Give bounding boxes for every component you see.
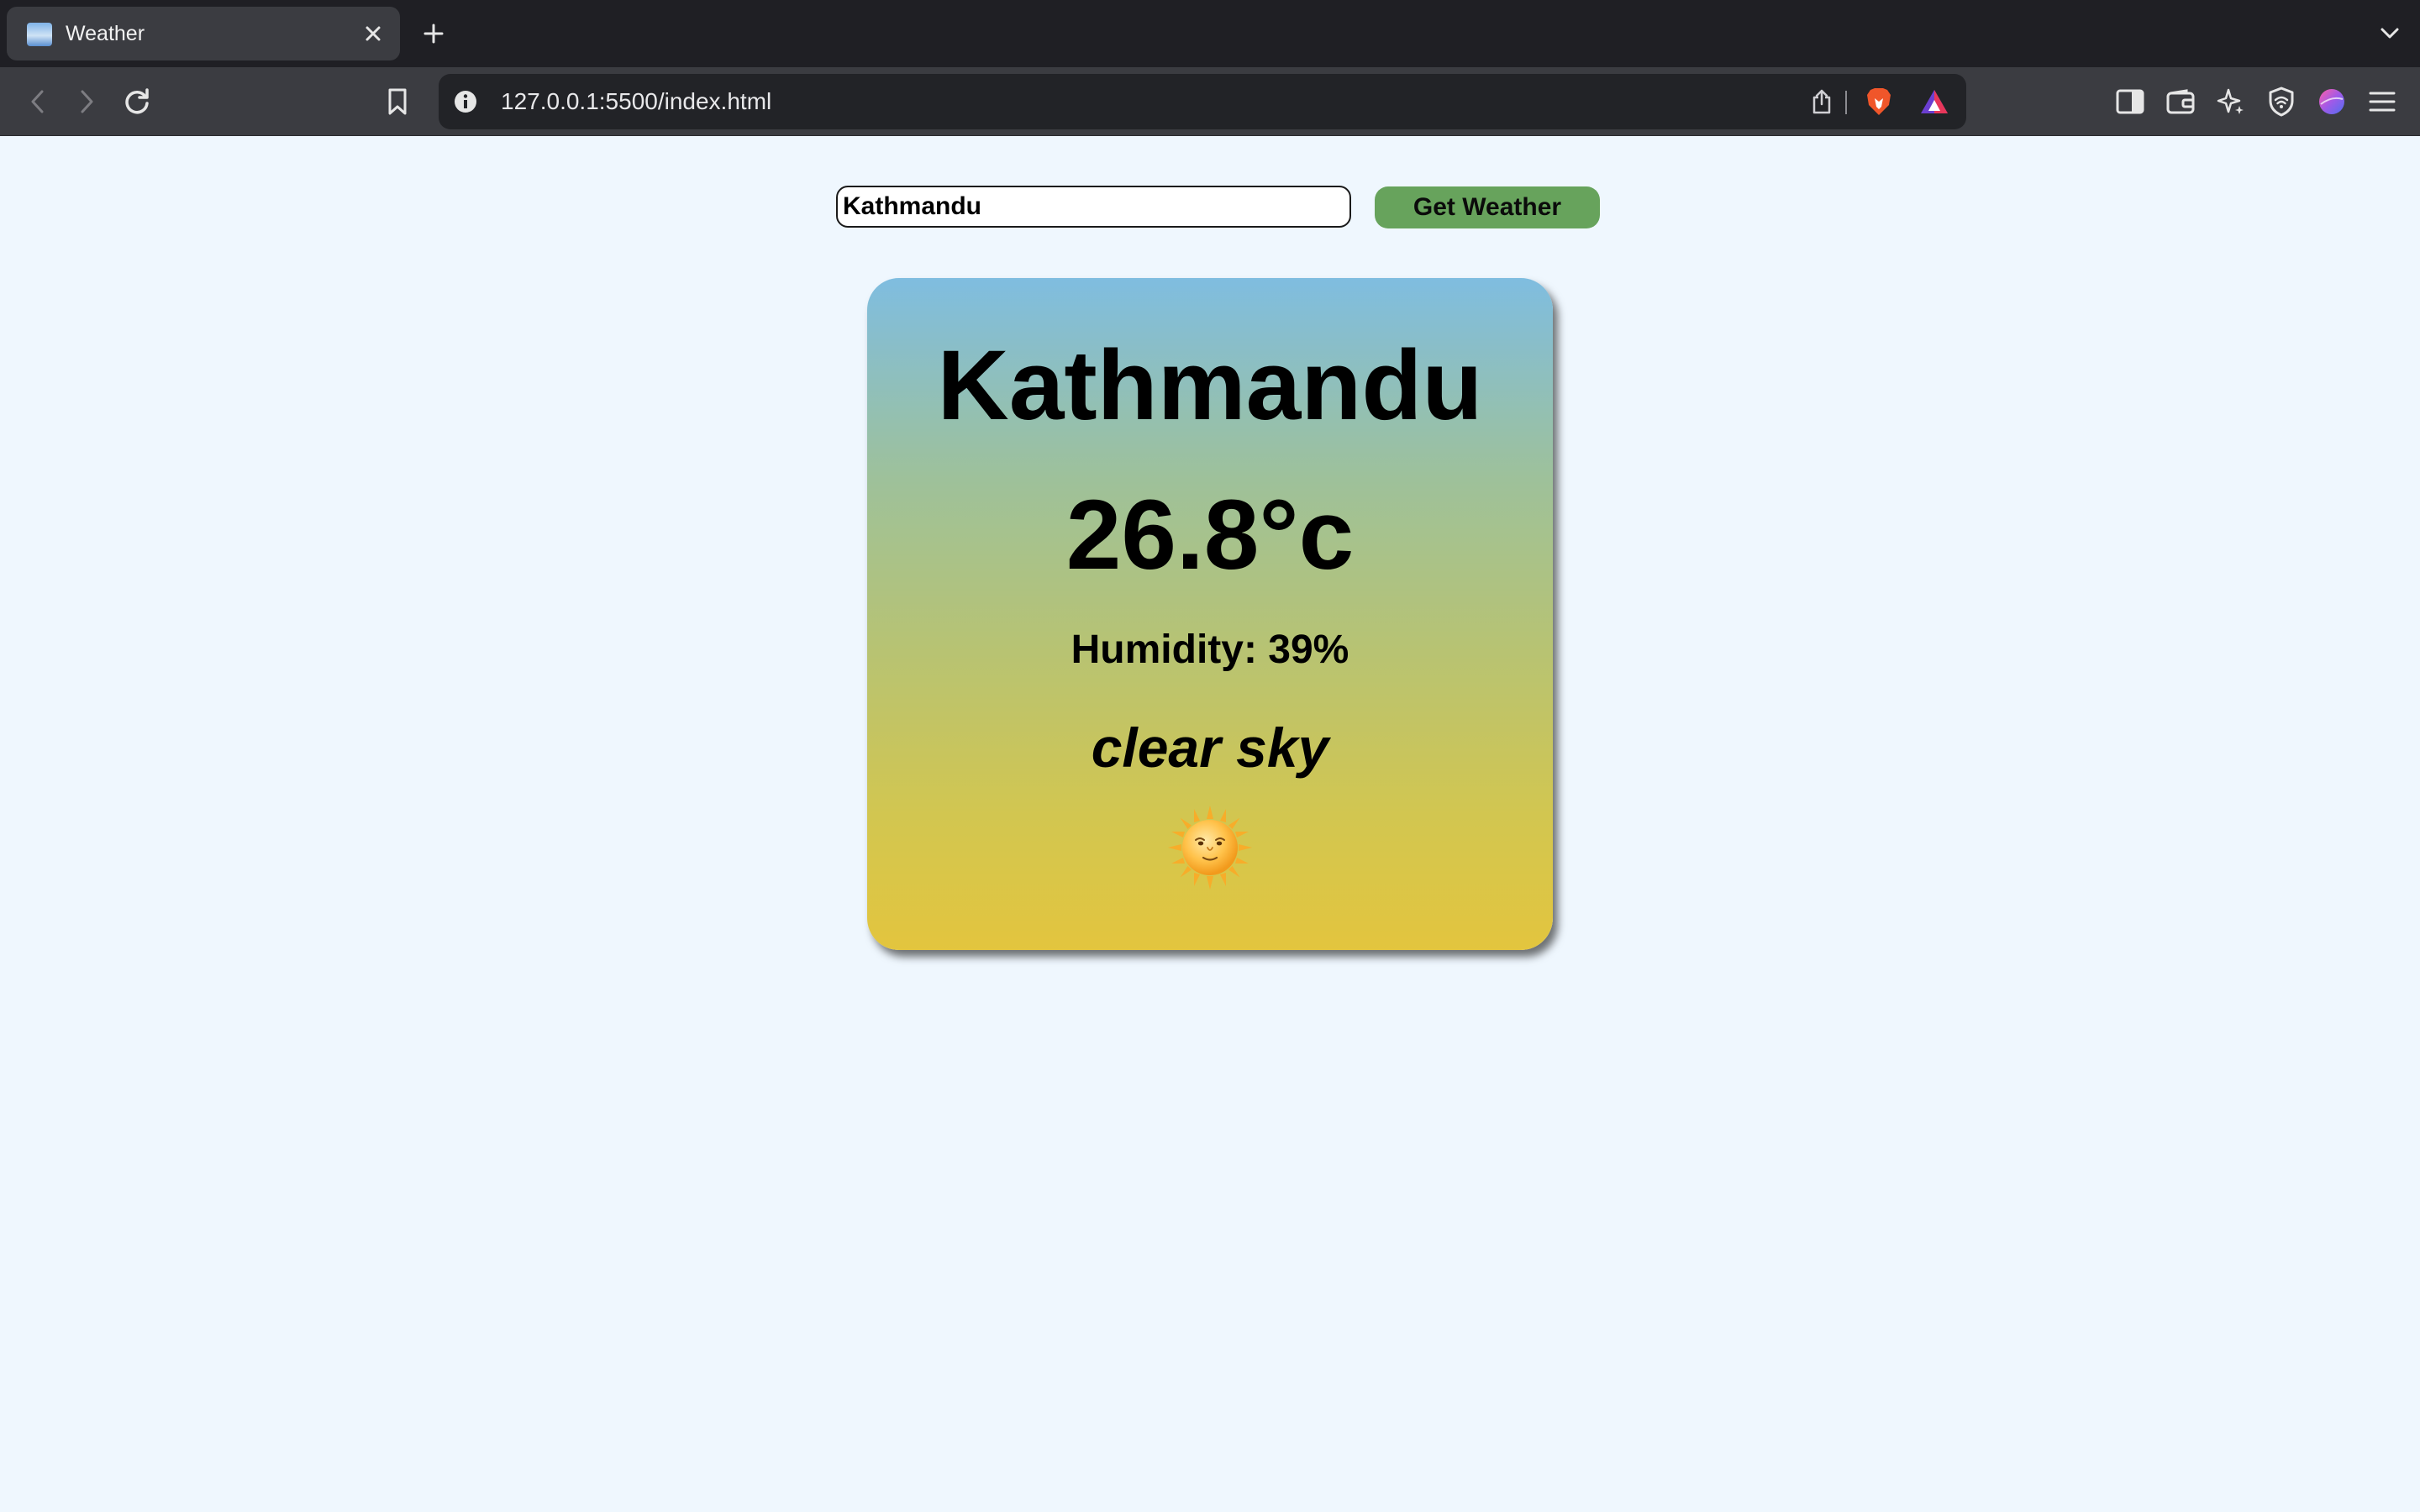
- wallet-icon[interactable]: [2160, 81, 2202, 123]
- weather-favicon-icon: [27, 23, 52, 46]
- address-bar[interactable]: 127.0.0.1:5500/index.html: [439, 74, 1966, 129]
- hamburger-menu-icon[interactable]: [2361, 81, 2403, 123]
- get-weather-button[interactable]: Get Weather: [1375, 186, 1600, 228]
- sidebar-icon[interactable]: [2109, 81, 2151, 123]
- sun-with-face-icon: [1168, 806, 1252, 890]
- weather-description: clear sky: [1091, 717, 1329, 779]
- bookmark-icon[interactable]: [376, 81, 418, 123]
- plus-icon[interactable]: [417, 17, 450, 50]
- sparkle-icon[interactable]: [2210, 81, 2252, 123]
- brave-lion-icon[interactable]: [1862, 85, 1896, 118]
- reload-icon[interactable]: [116, 81, 158, 123]
- tab-title: Weather: [66, 22, 145, 45]
- url-text[interactable]: 127.0.0.1:5500/index.html: [501, 74, 771, 129]
- info-icon[interactable]: [449, 85, 482, 118]
- city-name: Kathmandu: [937, 330, 1483, 441]
- address-bar-divider: [1845, 91, 1847, 114]
- close-icon[interactable]: [358, 18, 388, 49]
- humidity: Humidity: 39%: [1071, 627, 1349, 672]
- back-arrow-icon[interactable]: [17, 81, 59, 123]
- browser-tab-strip: Weather: [0, 0, 2420, 67]
- forward-arrow-icon[interactable]: [66, 81, 108, 123]
- temperature: 26.8°c: [1065, 480, 1355, 591]
- chevron-down-icon[interactable]: [2373, 17, 2407, 50]
- rewards-triangle-icon[interactable]: [1918, 85, 1951, 118]
- share-icon[interactable]: [1805, 85, 1839, 118]
- browser-tab-weather[interactable]: Weather: [7, 7, 400, 60]
- city-search-input[interactable]: [836, 186, 1351, 228]
- weather-card: Kathmandu 26.8°c Humidity: 39% clear sky: [867, 278, 1553, 950]
- profile-avatar-icon[interactable]: [2311, 81, 2353, 123]
- vpn-shield-icon[interactable]: [2260, 81, 2302, 123]
- browser-toolbar: 127.0.0.1:5500/index.html: [0, 67, 2420, 136]
